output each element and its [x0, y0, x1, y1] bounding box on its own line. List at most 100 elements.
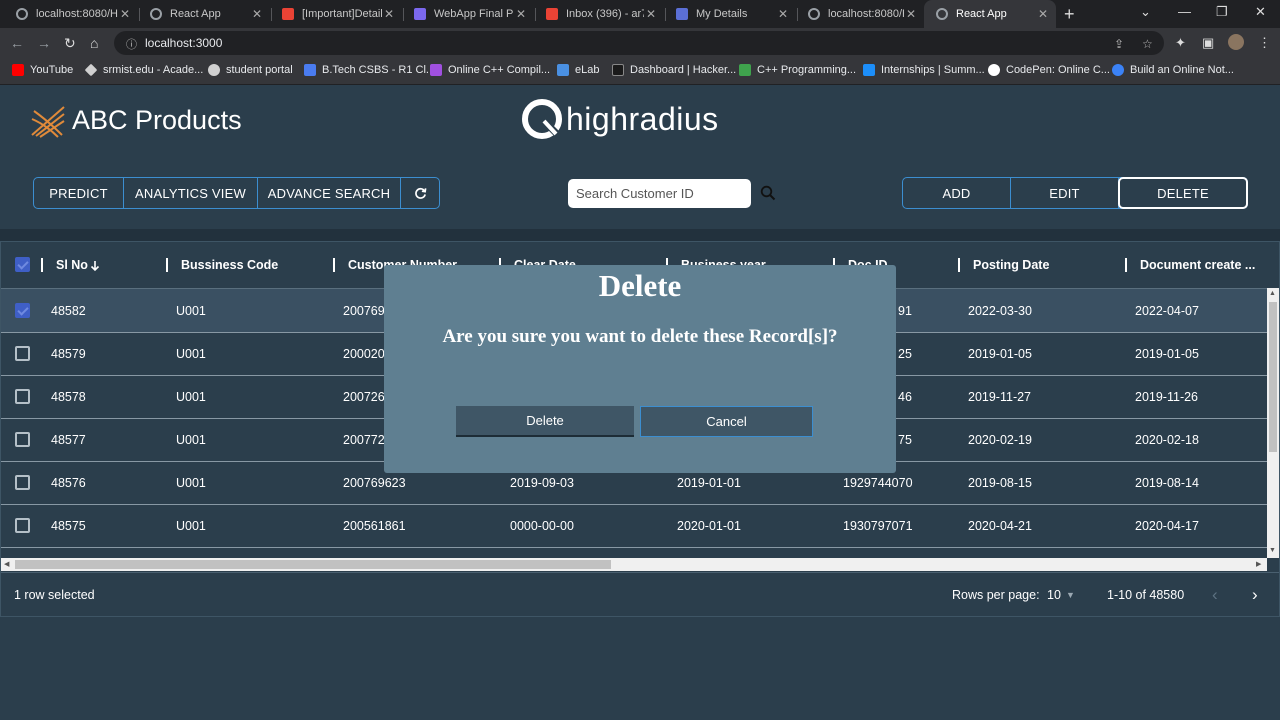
table-row[interactable]: 48575 U001 200561861 0000-00-00 2020-01-… [1, 504, 1267, 548]
horizontal-scrollbar[interactable]: ◀ ▶ [1, 558, 1267, 571]
extensions-icon[interactable]: ✦ [1175, 35, 1186, 51]
search-customer-field[interactable] [568, 179, 751, 208]
cell-doc-id: 25 [898, 347, 912, 361]
bookmark-item[interactable]: eLab [557, 64, 599, 76]
back-icon[interactable]: ← [10, 35, 24, 51]
bookmark-item[interactable]: Dashboard | Hacker... [612, 64, 736, 76]
close-tab-icon[interactable]: ✕ [382, 7, 396, 21]
row-checkbox[interactable] [15, 432, 30, 447]
select-all-checkbox[interactable] [15, 257, 30, 272]
sort-arrow-down-icon[interactable] [90, 260, 100, 272]
column-header-document-create-date[interactable]: Document create ... [1140, 258, 1255, 272]
edit-button[interactable]: EDIT [1011, 178, 1119, 208]
cell-doc-id: 75 [898, 433, 912, 447]
delete-button[interactable]: DELETE [1118, 177, 1248, 209]
bookmark-item[interactable]: srmist.edu - Acade... [84, 63, 203, 77]
browser-tab[interactable]: WebApp Final Pr ✕ [402, 0, 534, 28]
globe-icon [150, 8, 162, 20]
prev-page-icon[interactable]: ‹ [1212, 585, 1218, 605]
add-button[interactable]: ADD [903, 178, 1011, 208]
bookmark-label: Build an Online Not... [1130, 64, 1234, 76]
cell-document-create-date: 2020-04-17 [1135, 519, 1199, 533]
side-panel-icon[interactable]: ▣ [1202, 35, 1214, 51]
confirm-delete-button[interactable]: Delete [456, 406, 634, 437]
tab-title: localhost:8080/H2 [36, 8, 118, 20]
selection-count: 1 row selected [14, 588, 95, 602]
reload-icon[interactable]: ↻ [64, 35, 76, 52]
row-checkbox[interactable] [15, 389, 30, 404]
globe-icon [808, 8, 820, 20]
browser-tab[interactable]: [Important]Detail ✕ [270, 0, 402, 28]
column-separator[interactable] [958, 258, 960, 272]
scroll-up-arrow-icon[interactable]: ▲ [1269, 290, 1276, 297]
tab-search-icon[interactable]: ⌄ [1140, 4, 1151, 20]
cancel-button[interactable]: Cancel [640, 406, 813, 437]
info-icon[interactable]: ⓘ [126, 36, 137, 52]
column-separator[interactable] [166, 258, 168, 272]
bookmark-item[interactable]: Internships | Summ... [863, 64, 985, 76]
close-tab-icon[interactable]: ✕ [776, 7, 790, 21]
vertical-scroll-thumb[interactable] [1269, 302, 1277, 452]
minimize-icon[interactable]: — [1178, 4, 1191, 19]
refresh-button[interactable] [401, 178, 439, 208]
vertical-scrollbar[interactable]: ▲ ▼ [1267, 288, 1279, 558]
bookmark-item[interactable]: CodePen: Online C... [988, 64, 1110, 76]
browser-tab[interactable]: Inbox (396) - ar7 ✕ [534, 0, 664, 28]
browser-tab[interactable]: localhost:8080/H ✕ [796, 0, 924, 28]
row-checkbox[interactable] [15, 303, 30, 318]
browser-tab[interactable]: localhost:8080/H2 ✕ [4, 0, 138, 28]
scroll-left-arrow-icon[interactable]: ◀ [4, 560, 9, 568]
profile-avatar-icon[interactable] [1228, 34, 1244, 50]
power-icon [1112, 64, 1124, 76]
column-header-posting-date[interactable]: Posting Date [973, 258, 1049, 272]
menu-icon[interactable]: ⋮ [1258, 35, 1271, 51]
close-tab-icon[interactable]: ✕ [904, 7, 918, 21]
column-separator[interactable] [1125, 258, 1127, 272]
column-separator[interactable] [333, 258, 335, 272]
row-checkbox[interactable] [15, 346, 30, 361]
cell-posting-date: 2020-02-19 [968, 433, 1032, 447]
cell-business-code: U001 [176, 347, 206, 361]
bookmark-item[interactable]: YouTube [12, 64, 73, 76]
new-tab-icon[interactable]: + [1064, 4, 1075, 25]
bookmark-item[interactable]: student portal [208, 64, 293, 76]
home-icon[interactable]: ⌂ [90, 35, 98, 51]
column-header-business-code[interactable]: Bussiness Code [181, 258, 278, 272]
search-customer-input[interactable] [568, 179, 751, 208]
advance-search-button[interactable]: ADVANCE SEARCH [258, 178, 401, 208]
scroll-right-arrow-icon[interactable]: ▶ [1256, 560, 1261, 568]
cell-doc-id: 91 [898, 304, 912, 318]
bookmark-item[interactable]: Online C++ Compil... [430, 64, 550, 76]
url-field[interactable]: ⓘ localhost:3000 ⇪ ☆ [114, 31, 1164, 55]
scroll-down-arrow-icon[interactable]: ▼ [1269, 547, 1276, 554]
tab-title: My Details [696, 8, 748, 20]
share-icon[interactable]: ⇪ [1114, 37, 1124, 51]
next-page-icon[interactable]: › [1252, 585, 1258, 605]
bookmark-item[interactable]: C++ Programming... [739, 64, 856, 76]
browser-tab[interactable]: My Details ✕ [664, 0, 796, 28]
search-icon[interactable] [760, 185, 776, 201]
bookmark-star-icon[interactable]: ☆ [1142, 37, 1153, 51]
row-checkbox[interactable] [15, 518, 30, 533]
predict-button[interactable]: PREDICT [34, 178, 124, 208]
column-separator[interactable] [41, 258, 43, 272]
close-tab-icon[interactable]: ✕ [514, 7, 528, 21]
analytics-view-button[interactable]: ANALYTICS VIEW [124, 178, 258, 208]
browser-tab[interactable]: React App ✕ [138, 0, 270, 28]
close-tab-icon[interactable]: ✕ [118, 7, 132, 21]
column-header-sl-no[interactable]: Sl No [56, 258, 88, 272]
close-tab-icon[interactable]: ✕ [644, 7, 658, 21]
rows-per-page-select[interactable]: 10 [1047, 588, 1061, 602]
forward-icon[interactable]: → [37, 35, 51, 51]
maximize-icon[interactable]: ❐ [1216, 4, 1228, 20]
browser-tab-active[interactable]: React App ✕ [924, 0, 1056, 28]
dropdown-arrow-icon[interactable]: ▼ [1066, 590, 1075, 600]
close-tab-icon[interactable]: ✕ [250, 7, 264, 21]
cell-clear-date: 0000-00-00 [510, 519, 574, 533]
close-window-icon[interactable]: ✕ [1255, 4, 1266, 20]
close-tab-icon[interactable]: ✕ [1036, 7, 1050, 21]
bookmark-item[interactable]: B.Tech CSBS - R1 Cl... [304, 64, 435, 76]
bookmark-item[interactable]: Build an Online Not... [1112, 64, 1234, 76]
horizontal-scroll-thumb[interactable] [15, 560, 611, 569]
row-checkbox[interactable] [15, 475, 30, 490]
